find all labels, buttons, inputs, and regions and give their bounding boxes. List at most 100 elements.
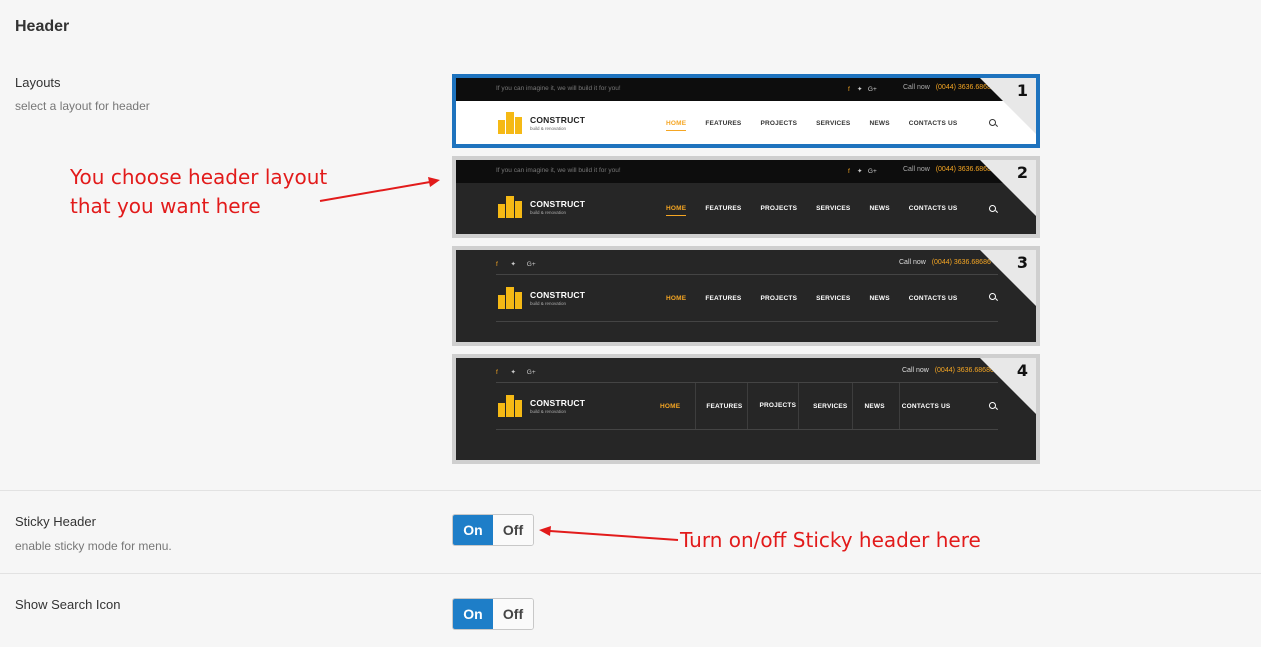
twitter-icon: ✦: [510, 369, 516, 376]
layout-number: 4: [1016, 361, 1028, 380]
sticky-header-toggle[interactable]: On Off: [452, 514, 534, 546]
brand-name: CONSTRUCT: [530, 398, 586, 408]
menu-projects: PROJECTS: [759, 402, 797, 409]
preview-call: Call now (0044) 3636.68686: [899, 259, 991, 266]
show-search-icon-toggle[interactable]: On Off: [452, 598, 534, 630]
menu-news: NEWS: [869, 295, 890, 302]
preview-menu: HOME FEATURES PROJECTS SERVICES NEWS CON…: [660, 402, 951, 410]
twitter-icon: ✦: [510, 261, 516, 268]
twitter-icon: ✦: [857, 86, 863, 93]
google-plus-icon: G+: [867, 86, 877, 93]
sticky-header-description: enable sticky mode for menu.: [15, 539, 172, 553]
call-label: Call now: [903, 166, 930, 173]
sticky-header-label: Sticky Header: [15, 514, 96, 529]
preview-logo: CONSTRUCT build & renovation: [498, 196, 585, 218]
building-logo-icon: [498, 196, 524, 218]
social-icons: f ✦ G+: [496, 368, 536, 376]
facebook-icon: f: [848, 86, 850, 93]
divider-line: [496, 321, 998, 322]
menu-projects: PROJECTS: [760, 295, 798, 302]
menu-home: HOME: [660, 403, 681, 410]
brand-name: CONSTRUCT: [530, 199, 586, 209]
facebook-icon: f: [848, 168, 850, 175]
menu-features: FEATURES: [705, 120, 742, 127]
section-divider: [0, 573, 1261, 574]
layout-annotation-line1: You choose header layout: [70, 165, 328, 189]
sticky-header-on-button[interactable]: On: [453, 515, 493, 545]
preview-menu: HOME FEATURES PROJECTS SERVICES NEWS CON…: [666, 295, 957, 302]
show-search-on-button[interactable]: On: [453, 599, 493, 629]
menu-services: SERVICES: [816, 205, 851, 212]
menu-services: SERVICES: [813, 403, 848, 410]
menu-services: SERVICES: [816, 120, 851, 127]
social-icons: f ✦ G+: [848, 167, 877, 175]
brand-sub: build & renovation: [530, 210, 567, 215]
menu-news: NEWS: [869, 205, 890, 212]
layout-option-2[interactable]: If you can imagine it, we will build it …: [452, 156, 1040, 238]
brand-name: CONSTRUCT: [530, 115, 586, 125]
layout-option-4[interactable]: f ✦ G+ Call now (0044) 3636.68686 CONSTR…: [452, 354, 1040, 464]
menu-projects: PROJECTS: [760, 120, 798, 127]
sticky-header-off-button[interactable]: Off: [493, 515, 533, 545]
social-icons: f ✦ G+: [848, 85, 877, 93]
section-divider: [0, 490, 1261, 491]
menu-features: FEATURES: [706, 403, 743, 410]
preview-menu: HOME FEATURES PROJECTS SERVICES NEWS CON…: [666, 120, 958, 131]
social-icons: f ✦ G+: [496, 260, 536, 268]
section-title: Header: [15, 18, 70, 35]
layout-number: 3: [1016, 253, 1028, 272]
facebook-icon: f: [496, 261, 498, 268]
layout-option-3[interactable]: f ✦ G+ Call now (0044) 3636.68686 CONSTR…: [452, 246, 1040, 346]
layout-corner: [979, 78, 1036, 135]
google-plus-icon: G+: [526, 369, 536, 376]
menu-contacts: CONTACTS US: [908, 295, 958, 302]
layout-option-1[interactable]: If you can imagine it, we will build it …: [452, 74, 1040, 148]
preview-tagline: If you can imagine it, we will build it …: [496, 167, 621, 174]
layout-corner: [979, 358, 1036, 415]
twitter-icon: ✦: [857, 168, 863, 175]
layout-number: 1: [1016, 81, 1028, 100]
menu-features: FEATURES: [705, 205, 742, 212]
google-plus-icon: G+: [867, 168, 877, 175]
menu-home: HOME: [666, 120, 687, 131]
preview-menu: HOME FEATURES PROJECTS SERVICES NEWS CON…: [666, 205, 957, 216]
building-logo-icon: [498, 287, 524, 309]
preview-topbar: If you can imagine it, we will build it …: [456, 160, 1036, 183]
menu-contacts: CONTACTS US: [901, 403, 951, 410]
preview-logo: CONSTRUCT build & renovation: [498, 287, 585, 309]
menu-contacts: CONTACTS US: [908, 120, 958, 127]
layouts-description: select a layout for header: [15, 99, 150, 113]
menu-news: NEWS: [864, 403, 885, 410]
call-label: Call now: [902, 367, 929, 374]
menu-services: SERVICES: [816, 295, 851, 302]
show-search-icon-label: Show Search Icon: [15, 597, 121, 612]
menu-news: NEWS: [869, 120, 890, 127]
preview-logo: CONSTRUCT build & renovation: [498, 112, 585, 134]
menu-home: HOME: [666, 295, 687, 302]
brand-sub: build & renovation: [530, 409, 567, 414]
divider-line: [496, 429, 998, 430]
building-logo-icon: [498, 112, 524, 134]
layouts-label: Layouts: [15, 75, 61, 90]
layout-number: 2: [1016, 163, 1028, 182]
brand-sub: build & renovation: [530, 126, 567, 131]
layout-corner: [979, 160, 1036, 217]
layout-annotation-line2: that you want here: [70, 194, 261, 218]
layout-corner: [979, 250, 1036, 307]
brand-name: CONSTRUCT: [530, 290, 586, 300]
preview-topbar: If you can imagine it, we will build it …: [456, 78, 1036, 101]
preview-logo: CONSTRUCT build & renovation: [498, 395, 585, 417]
preview-tagline: If you can imagine it, we will build it …: [496, 85, 621, 92]
menu-home: HOME: [666, 205, 687, 216]
menu-projects: PROJECTS: [760, 205, 798, 212]
building-logo-icon: [498, 395, 524, 417]
call-label: Call now: [903, 84, 930, 91]
brand-sub: build & renovation: [530, 301, 567, 306]
facebook-icon: f: [496, 369, 498, 376]
annotation-arrow-icon: [539, 526, 679, 541]
layout-annotation: You choose header layout that you want h…: [70, 163, 327, 221]
call-label: Call now: [899, 259, 926, 266]
show-search-off-button[interactable]: Off: [493, 599, 533, 629]
sticky-annotation: Turn on/off Sticky header here: [680, 528, 981, 552]
annotation-arrow-icon: [319, 177, 440, 202]
